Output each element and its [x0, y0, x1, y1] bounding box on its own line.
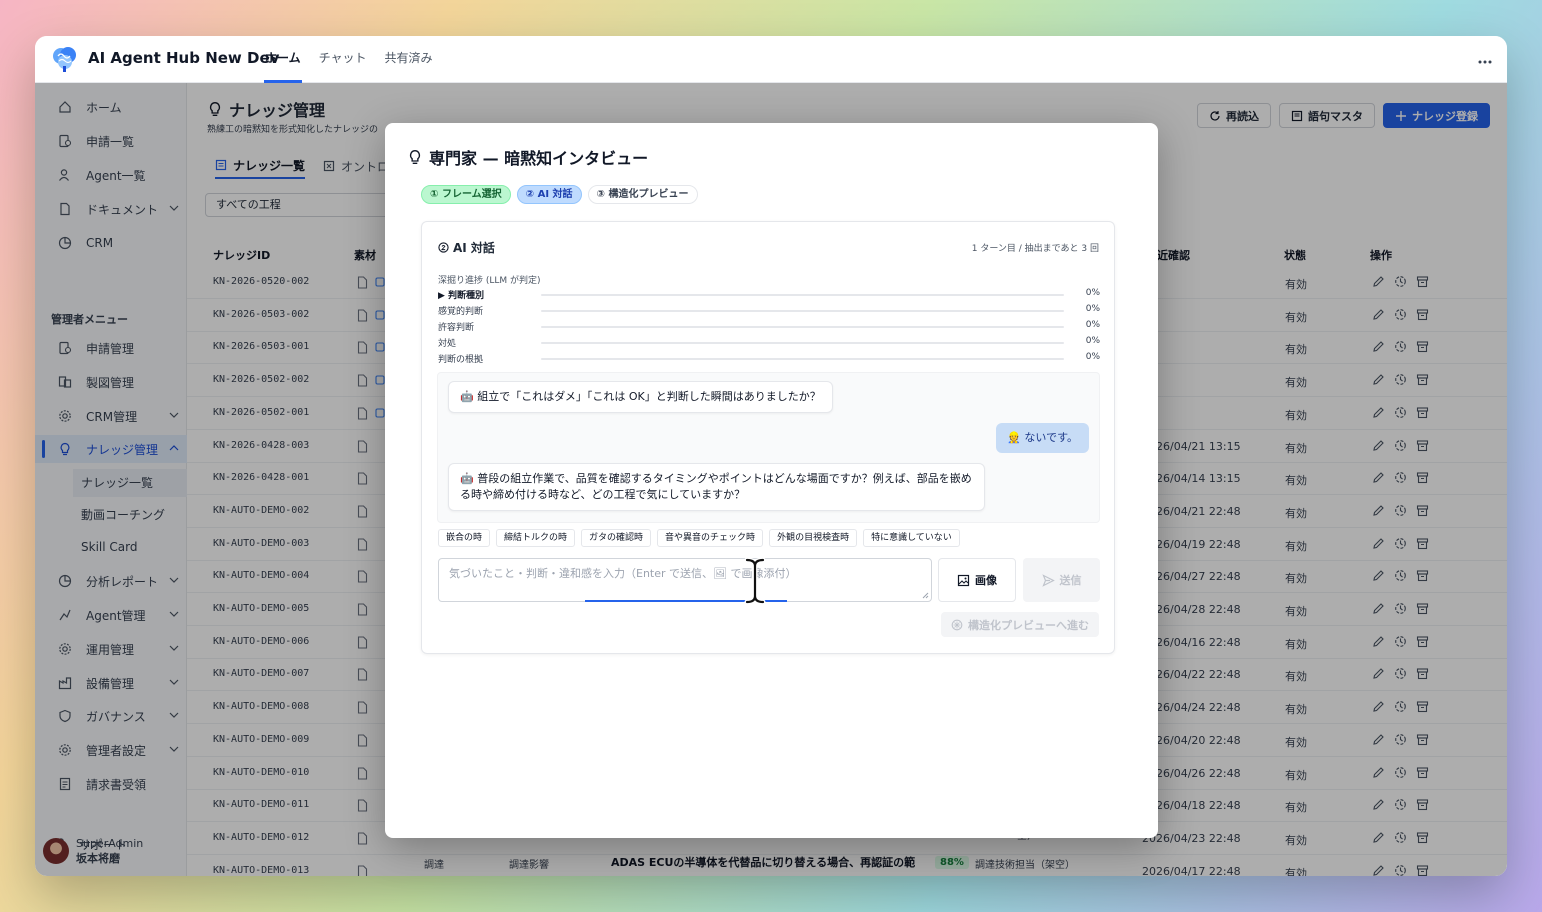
interview-modal: 専門家 — 暗黙知インタビュー ① フレーム選択 ② AI 対話 ③ 構造化プレ… [385, 123, 1158, 838]
step-structured-preview[interactable]: ③ 構造化プレビュー [587, 185, 698, 204]
ellipsis-icon [1478, 60, 1492, 64]
progress-row: 感覚的判断 0% [438, 303, 1100, 319]
progress-bar [541, 326, 1064, 328]
bulb-icon [409, 150, 421, 164]
progress-percent: 0% [1085, 336, 1100, 346]
topnav-home[interactable]: ホーム [264, 36, 302, 83]
modal-title-text: 専門家 — 暗黙知インタビュー [429, 149, 649, 168]
progress-bar [541, 294, 1064, 296]
progress-label: 許容判断 [438, 323, 475, 333]
sparkle-icon [951, 619, 963, 630]
progress-bar [541, 342, 1064, 344]
top-nav: ホーム チャット 共有済み [264, 36, 434, 83]
turn-counter: 1 ターン目 / 抽出まであと 3 回 [971, 244, 1099, 254]
step-frame-select[interactable]: ① フレーム選択 [421, 185, 511, 204]
send-label: 送信 [1059, 574, 1082, 587]
progress-percent: 0% [1085, 288, 1100, 298]
ai-message: 🤖 普段の組立作業で、品質を確認するタイミングやポイントはどんな場面ですか？例え… [448, 463, 985, 511]
progress-label: 判断の根拠 [438, 355, 484, 365]
step-indicator: ① フレーム選択 ② AI 対話 ③ 構造化プレビュー [421, 185, 698, 204]
progress-title: 深掘り進捗 (LLM が判定) [438, 276, 541, 286]
progress-row: ▶ 判断種別 0% [438, 287, 1100, 303]
progress-label: ▶ 判断種別 [438, 291, 485, 301]
progress-row: 許容判断 0% [438, 319, 1100, 335]
progress-bar [541, 358, 1064, 360]
suggestion-chip[interactable]: 締結トルクの時 [496, 529, 576, 547]
next-label: 構造化プレビューへ進む [968, 618, 1089, 632]
progress-percent: 0% [1085, 304, 1100, 314]
attach-image-button[interactable]: 画像 [938, 558, 1016, 602]
suggestion-chip[interactable]: 外観の目視検査時 [769, 529, 858, 547]
top-bar: AI Agent Hub New Dev ホーム チャット 共有済み [35, 36, 1507, 83]
topnav-shared[interactable]: 共有済み [384, 36, 434, 83]
next-structured-preview-button[interactable]: 構造化プレビューへ進む [941, 612, 1099, 637]
progress-row: 判断の根拠 0% [438, 351, 1100, 367]
image-icon [957, 574, 970, 586]
card-title: AI 対話 [438, 239, 495, 256]
progress-percent: 0% [1085, 320, 1100, 330]
progress-bar [541, 310, 1064, 312]
resize-handle-icon[interactable] [922, 592, 929, 599]
circled-two-icon [438, 242, 449, 253]
send-icon [1041, 573, 1055, 587]
suggestion-chip[interactable]: 特に意識していない [863, 529, 960, 547]
app-title: AI Agent Hub New Dev [88, 49, 280, 67]
topnav-chat[interactable]: チャット [318, 36, 368, 83]
card-title-text: AI 対話 [453, 241, 495, 255]
step-ai-dialogue[interactable]: ② AI 対話 [516, 185, 582, 204]
suggestion-chip[interactable]: 嵌合の時 [438, 529, 491, 547]
more-menu-button[interactable] [1473, 48, 1497, 70]
suggestion-chip[interactable]: ガタの確認時 [581, 529, 652, 547]
suggestion-chip[interactable]: 音や異音のチェック時 [657, 529, 764, 547]
progress-row: 対処 0% [438, 335, 1100, 351]
send-button[interactable]: 送信 [1023, 558, 1100, 602]
chat-log: 🤖 組立で「これはダメ」「これは OK」と判断した瞬間はありましたか？ 👷 ない… [437, 372, 1100, 523]
brain-logo-icon[interactable] [50, 44, 80, 74]
progress-label: 感覚的判断 [438, 307, 484, 317]
progress-percent: 0% [1085, 352, 1100, 362]
message-input[interactable]: 気づいたこと・判断・違和感を入力（Enter で送信、🖼 で画像添付） [438, 558, 932, 602]
attach-image-label: 画像 [975, 574, 997, 587]
modal-title: 専門家 — 暗黙知インタビュー [407, 145, 648, 169]
suggestion-chips: 嵌合の時 締結トルクの時 ガタの確認時 音や異音のチェック時 外観の目視検査時 特に意識し… [438, 529, 960, 547]
progress-label: 対処 [438, 339, 457, 349]
text-cursor-icon [744, 557, 766, 605]
ai-message: 🤖 組立で「これはダメ」「これは OK」と判断した瞬間はありましたか？ [448, 381, 833, 413]
user-message: 👷 ないです。 [996, 423, 1089, 453]
